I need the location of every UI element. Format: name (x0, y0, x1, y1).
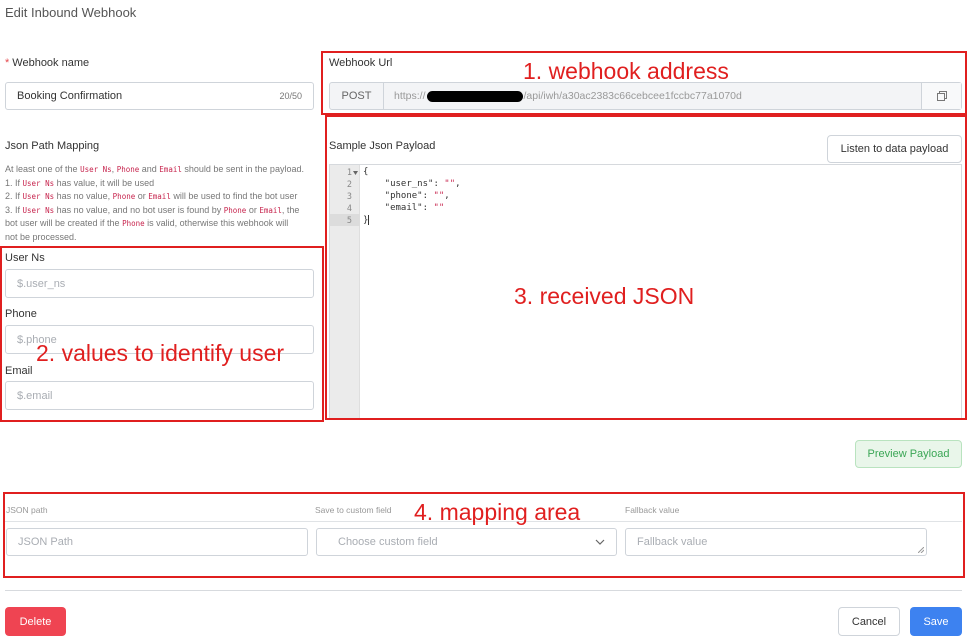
json-path-help-text: At least one of the User Ns, Phone and E… (5, 164, 304, 242)
webhook-name-value: Booking Confirmation (17, 90, 123, 102)
page-title: Edit Inbound Webhook (5, 5, 137, 20)
preview-payload-button[interactable]: Preview Payload (855, 440, 962, 468)
cancel-button[interactable]: Cancel (838, 607, 900, 636)
save-button[interactable]: Save (910, 607, 962, 636)
webhook-name-input[interactable]: Booking Confirmation 20/50 (5, 82, 314, 110)
footer-divider (5, 590, 962, 591)
required-mark: * (5, 57, 10, 69)
annotation-identify-user: 2. values to identify user (36, 340, 285, 366)
annotation-mapping-area: 4. mapping area (414, 499, 581, 525)
annotation-received-json: 3. received JSON (514, 283, 695, 309)
json-path-mapping-title: Json Path Mapping (5, 140, 100, 152)
webhook-name-label-text: Webhook name (12, 57, 90, 69)
webhook-name-label: * Webhook name (5, 57, 89, 69)
annotation-box-received-json (325, 115, 967, 420)
annotation-webhook-address: 1. webhook address (523, 58, 729, 84)
char-counter: 20/50 (279, 91, 302, 101)
annotation-box-identify-user (0, 246, 324, 422)
delete-button[interactable]: Delete (5, 607, 66, 636)
